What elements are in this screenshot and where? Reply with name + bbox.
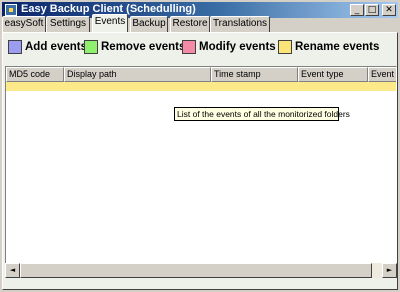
modify-events-swatch [182,40,196,54]
column-display-path[interactable]: Display path [64,67,211,82]
scrollbar-thumb[interactable] [20,263,372,278]
legend-label: Remove events [101,41,186,53]
list-header: MD5 code Display path Time stamp Event t… [6,67,396,82]
app-window: Easy Backup Client (Schedulling) _ □ ✕ e… [0,0,400,292]
scroll-left-icon[interactable]: ◄ [5,263,20,278]
column-time-stamp[interactable]: Time stamp [211,67,298,82]
legend-label: Add events [25,41,87,53]
column-md5-code[interactable]: MD5 code [6,67,64,82]
remove-events-swatch [84,40,98,54]
legend-label: Modify events [199,41,276,53]
column-event-d[interactable]: Event d [368,67,396,82]
tab-easysoft[interactable]: easySoft [2,16,46,32]
column-event-type[interactable]: Event type [298,67,368,82]
events-list[interactable]: MD5 code Display path Time stamp Event t… [5,66,397,278]
rename-events-swatch [278,40,292,54]
tab-restore[interactable]: Restore [170,16,210,32]
horizontal-scrollbar[interactable]: ◄ ► [5,263,397,278]
table-row[interactable] [6,82,396,91]
legend-label: Rename events [295,41,380,53]
add-events-swatch [8,40,22,54]
close-button[interactable]: ✕ [382,4,396,16]
tab-events[interactable]: Events [92,14,128,32]
maximize-button[interactable]: □ [365,4,379,16]
app-icon [5,4,17,16]
tab-translations[interactable]: Translations [210,16,270,32]
minimize-button[interactable]: _ [350,4,364,16]
scroll-right-icon[interactable]: ► [382,263,397,278]
tab-backup[interactable]: Backup [130,16,168,32]
events-list-tooltip: List of the events of all the monitorize… [174,107,350,121]
tab-settings[interactable]: Settings [46,16,90,32]
